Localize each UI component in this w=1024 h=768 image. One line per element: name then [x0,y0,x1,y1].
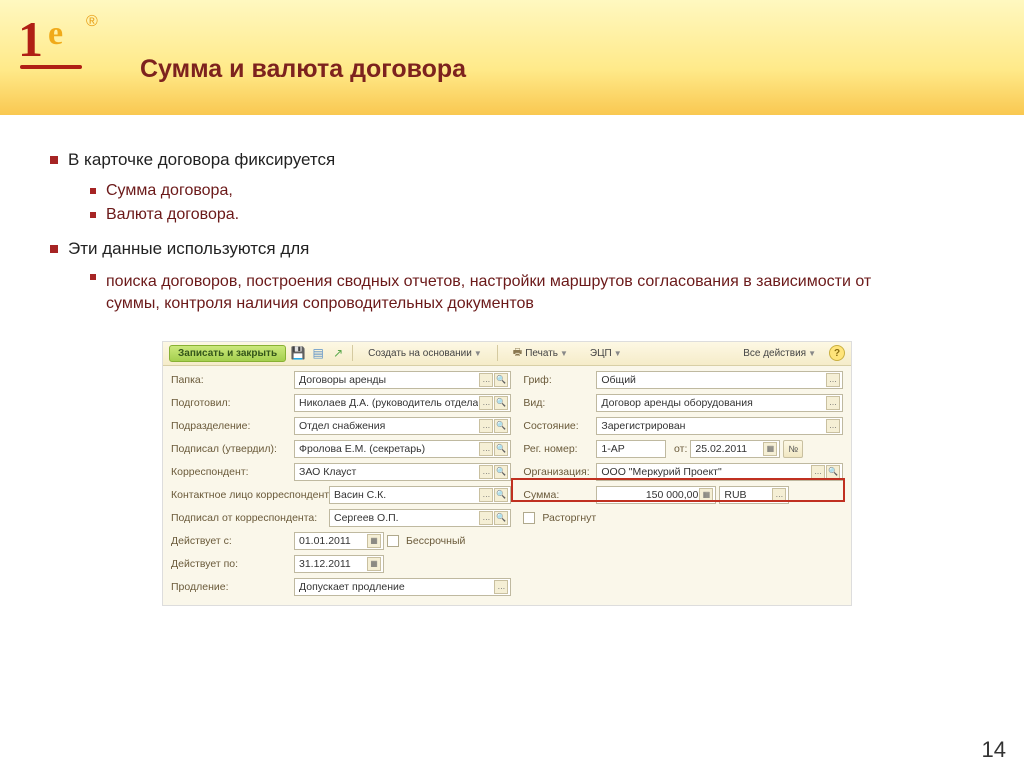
sum-input[interactable]: 150 000,00 ▦ [596,486,716,504]
sum-label: Сумма: [523,489,593,501]
bullet-2: Эти данные используются для [68,239,309,258]
bullet-1-sub-1: Сумма договора, [106,182,233,199]
signed-input[interactable]: Фролова Е.М. (секретарь) … 🔍 [294,440,511,458]
type-label: Вид: [523,397,593,409]
calculator-icon[interactable]: ▦ [699,488,713,502]
slide-content: В карточке договора фиксируется Сумма до… [0,115,1024,606]
dept-label: Подразделение: [171,420,291,432]
form-right-column: Гриф: Общий … Вид: Договор аренды оборуд… [523,370,843,597]
save-icon[interactable]: 💾 [290,345,306,361]
terminated-label: Расторгнут [542,512,596,524]
form: Папка: Договоры аренды … 🔍 Подготовил: Н… [163,366,851,605]
ellipsis-icon[interactable]: … [772,488,786,502]
slide-title: Сумма и валюта договора [140,55,1024,84]
magnify-icon[interactable]: 🔍 [494,396,508,410]
ellipsis-icon[interactable]: … [479,373,493,387]
currency-input[interactable]: RUB … [719,486,789,504]
edc-button[interactable]: ЭЦП▼ [581,345,631,362]
contact-input[interactable]: Васин С.К. … 🔍 [329,486,511,504]
help-icon[interactable]: ? [829,345,845,361]
print-button[interactable]: 🖶Печать▼ [504,342,577,365]
printer-icon: 🖶 [513,345,522,362]
export-icon[interactable]: ↗ [330,345,346,361]
ellipsis-icon[interactable]: … [826,419,840,433]
reg-input[interactable]: 1-АР [596,440,666,458]
extension-label: Продление: [171,581,291,593]
type-input[interactable]: Договор аренды оборудования … [596,394,843,412]
terminated-checkbox[interactable] [523,512,535,524]
contact-label: Контактное лицо корреспондента: [171,489,326,501]
ellipsis-icon[interactable]: … [494,580,508,594]
perpetual-checkbox[interactable] [387,535,399,547]
all-actions-button[interactable]: Все действия▼ [734,345,825,362]
magnify-icon[interactable]: 🔍 [494,419,508,433]
ellipsis-icon[interactable]: … [479,465,493,479]
from-date-input[interactable]: 25.02.2011 ▦ [690,440,780,458]
magnify-icon[interactable]: 🔍 [494,442,508,456]
valid-from-input[interactable]: 01.01.2011 ▦ [294,532,384,550]
app-screenshot: Записать и закрыть 💾 ▤ ↗ Создать на осно… [162,341,852,606]
logo-1c: 1 e ® [18,15,108,75]
ellipsis-icon[interactable]: … [479,511,493,525]
reg-label: Рег. номер: [523,443,593,455]
ellipsis-icon[interactable]: … [479,419,493,433]
ellipsis-icon[interactable]: … [479,442,493,456]
bullet-2-sub-1: поиска договоров, построения сводных отч… [106,271,926,316]
ellipsis-icon[interactable]: … [479,488,493,502]
number-button[interactable]: № [783,440,803,458]
magnify-icon[interactable]: 🔍 [494,511,508,525]
folder-label: Папка: [171,374,291,386]
org-input[interactable]: ООО "Меркурий Проект" … 🔍 [596,463,843,481]
valid-to-label: Действует по: [171,558,291,570]
signed-label: Подписал (утвердил): [171,443,291,455]
magnify-icon[interactable]: 🔍 [494,488,508,502]
ellipsis-icon[interactable]: … [811,465,825,479]
slide-header: 1 e ® Сумма и валюта договора [0,0,1024,115]
page-number: 14 [982,737,1006,763]
calendar-icon[interactable]: ▦ [763,442,777,456]
toolbar: Записать и закрыть 💾 ▤ ↗ Создать на осно… [163,342,851,366]
calendar-icon[interactable]: ▦ [367,557,381,571]
list-icon[interactable]: ▤ [310,345,326,361]
grif-label: Гриф: [523,374,593,386]
valid-from-label: Действует с: [171,535,291,547]
status-input[interactable]: Зарегистрирован … [596,417,843,435]
org-label: Организация: [523,466,593,478]
grif-input[interactable]: Общий … [596,371,843,389]
perpetual-label: Бессрочный [406,535,465,547]
magnify-icon[interactable]: 🔍 [826,465,840,479]
prepared-label: Подготовил: [171,397,291,409]
ellipsis-icon[interactable]: … [479,396,493,410]
create-based-button[interactable]: Создать на основании▼ [359,345,491,362]
magnify-icon[interactable]: 🔍 [494,373,508,387]
status-label: Состояние: [523,420,593,432]
from-label: от: [669,443,687,455]
signed-corr-label: Подписал от корреспондента: [171,512,326,524]
extension-input[interactable]: Допускает продление … [294,578,511,596]
valid-to-input[interactable]: 31.12.2011 ▦ [294,555,384,573]
ellipsis-icon[interactable]: … [826,396,840,410]
signed-corr-input[interactable]: Сергеев О.П. … 🔍 [329,509,511,527]
form-left-column: Папка: Договоры аренды … 🔍 Подготовил: Н… [171,370,511,597]
bullet-1: В карточке договора фиксируется [68,150,335,169]
calendar-icon[interactable]: ▦ [367,534,381,548]
magnify-icon[interactable]: 🔍 [494,465,508,479]
corr-label: Корреспондент: [171,466,291,478]
corr-input[interactable]: ЗАО Клауст … 🔍 [294,463,511,481]
prepared-input[interactable]: Николаев Д.А. (руководитель отдела … 🔍 [294,394,511,412]
ellipsis-icon[interactable]: … [826,373,840,387]
folder-input[interactable]: Договоры аренды … 🔍 [294,371,511,389]
dept-input[interactable]: Отдел снабжения … 🔍 [294,417,511,435]
bullet-1-sub-2: Валюта договора. [106,206,239,223]
save-close-button[interactable]: Записать и закрыть [169,345,286,362]
